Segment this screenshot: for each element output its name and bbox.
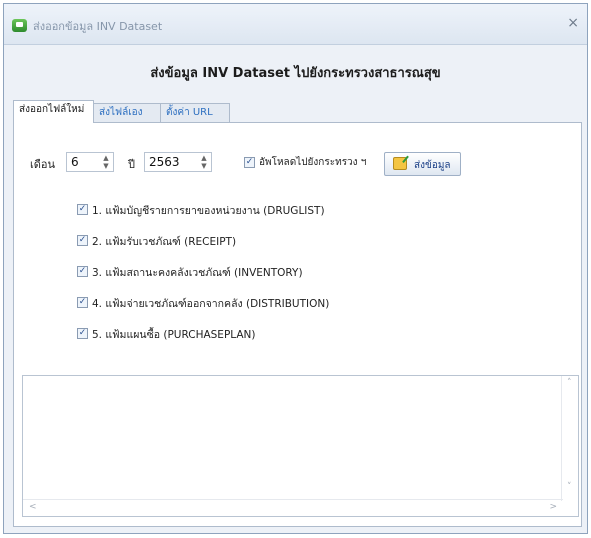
month-spinner-arrows[interactable]: ▲ ▼ [101, 154, 111, 170]
year-label: ปี [128, 158, 135, 171]
title-bar[interactable]: ส่งออกข้อมูล INV Dataset × [4, 4, 587, 45]
send-data-button-label: ส่งข้อมูล [414, 160, 451, 171]
close-icon[interactable]: × [567, 15, 579, 31]
year-spinner-arrows[interactable]: ▲ ▼ [199, 154, 209, 170]
vertical-scrollbar[interactable]: ˄ ˅ [561, 376, 578, 501]
log-textbox[interactable]: ˄ ˅ < > [22, 375, 579, 517]
app-icon [12, 19, 27, 32]
chevron-up-icon[interactable]: ▲ [103, 154, 108, 162]
file-checkbox-druglist[interactable]: ✓ [77, 204, 88, 215]
file-label-distribution[interactable]: 4. แฟ้มจ่ายเวชภัณฑ์ออกจากคลัง (DISTRIBUT… [92, 295, 329, 312]
file-label-purchaseplan[interactable]: 5. แฟ้มแผนซื้อ (PURCHASEPLAN) [92, 326, 256, 343]
file-checkbox-distribution[interactable]: ✓ [77, 297, 88, 308]
file-label-druglist[interactable]: 1. แฟ้มบัญชีรายการยาของหน่วยงาน (DRUGLIS… [92, 202, 325, 219]
month-label: เดือน [30, 158, 56, 171]
year-value[interactable]: 2563 [149, 155, 180, 169]
scroll-right-icon[interactable]: > [549, 502, 557, 512]
upload-checkbox[interactable]: ✓ [244, 157, 255, 168]
chevron-down-icon[interactable]: ▼ [103, 162, 108, 170]
tab-export-new-file[interactable]: ส่งออกไฟล์ใหม่ [13, 100, 94, 123]
tab-send-file-manually[interactable]: ส่งไฟล์เอง [93, 103, 161, 122]
file-label-inventory[interactable]: 3. แฟ้มสถานะคงคลังเวชภัณฑ์ (INVENTORY) [92, 264, 303, 281]
file-checkbox-purchaseplan[interactable]: ✓ [77, 328, 88, 339]
upload-checkbox-label[interactable]: อัพโหลดไปยังกระทรวง ฯ [259, 155, 366, 170]
chevron-down-icon[interactable]: ▼ [201, 162, 206, 170]
send-data-button[interactable]: ส่งข้อมูล [384, 152, 461, 176]
scroll-up-icon[interactable]: ˄ [567, 378, 572, 388]
year-spinner[interactable]: 2563 ▲ ▼ [144, 152, 212, 172]
file-checkbox-inventory[interactable]: ✓ [77, 266, 88, 277]
horizontal-scrollbar[interactable]: < > [23, 499, 563, 516]
month-spinner[interactable]: 6 ▲ ▼ [66, 152, 114, 172]
window-title: ส่งออกข้อมูล INV Dataset [33, 20, 163, 33]
send-file-icon [393, 157, 407, 170]
file-label-receipt[interactable]: 2. แฟ้มรับเวชภัณฑ์ (RECEIPT) [92, 233, 236, 250]
file-checkbox-receipt[interactable]: ✓ [77, 235, 88, 246]
page-title: ส่งข้อมูล INV Dataset ไปยังกระทรวงสาธารณ… [150, 66, 441, 81]
tab-url-settings[interactable]: ตั้งค่า URL [160, 103, 230, 122]
scroll-left-icon[interactable]: < [29, 502, 37, 512]
chevron-up-icon[interactable]: ▲ [201, 154, 206, 162]
scroll-down-icon[interactable]: ˅ [567, 482, 572, 492]
month-value[interactable]: 6 [71, 155, 79, 169]
